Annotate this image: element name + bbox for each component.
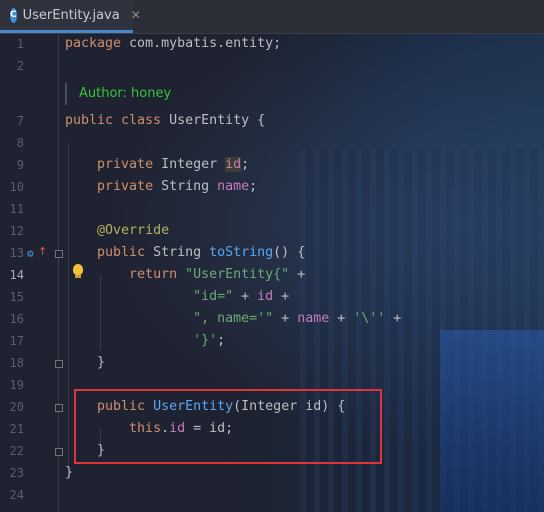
fold-toggle-tostring[interactable] bbox=[55, 250, 63, 258]
line-number: 10 bbox=[9, 180, 24, 194]
code-line[interactable]: 17 '}'; bbox=[0, 330, 544, 352]
code-line[interactable]: 18 } bbox=[0, 352, 544, 374]
line-number: 17 bbox=[9, 334, 24, 348]
code-line[interactable]: 2 bbox=[0, 55, 544, 77]
lightbulb-icon[interactable] bbox=[73, 264, 83, 275]
code-line[interactable]: 7 public class UserEntity { bbox=[0, 110, 544, 132]
code-text[interactable]: private String name; bbox=[65, 176, 257, 198]
doc-comment-bar bbox=[65, 83, 67, 105]
code-text[interactable]: public String toString() { bbox=[65, 242, 305, 264]
line-number: 24 bbox=[9, 488, 24, 502]
line-number: 19 bbox=[9, 378, 24, 392]
code-line[interactable]: 12 @Override bbox=[0, 220, 544, 242]
code-line[interactable]: 13 public String toString() { bbox=[0, 242, 544, 264]
java-class-icon: C bbox=[10, 7, 17, 23]
line-number: 22 bbox=[9, 444, 24, 458]
code-text[interactable]: '}'; bbox=[65, 330, 225, 352]
code-line[interactable]: 1 package com.mybatis.entity; bbox=[0, 33, 544, 55]
code-text[interactable]: package com.mybatis.entity; bbox=[65, 33, 281, 55]
line-number: 9 bbox=[16, 158, 24, 172]
line-number: 2 bbox=[16, 59, 24, 73]
code-text[interactable]: } bbox=[65, 462, 73, 484]
line-number: 20 bbox=[9, 400, 24, 414]
code-text[interactable]: @Override bbox=[65, 220, 169, 242]
constructor-highlight-box bbox=[74, 389, 382, 464]
code-line[interactable]: 15 "id=" + id + bbox=[0, 286, 544, 308]
line-number: 21 bbox=[9, 422, 24, 436]
code-text[interactable]: ", name='" + name + '\'' + bbox=[65, 308, 401, 330]
tab-userentity-java[interactable]: C UserEntity.java ✕ bbox=[0, 0, 141, 33]
code-line[interactable]: 16 ", name='" + name + '\'' + bbox=[0, 308, 544, 330]
close-icon[interactable]: ✕ bbox=[131, 8, 141, 22]
code-line[interactable]: 24 bbox=[0, 484, 544, 506]
tab-title: UserEntity.java bbox=[22, 7, 120, 23]
code-text[interactable]: public class UserEntity { bbox=[65, 110, 265, 132]
code-text[interactable]: private Integer id; bbox=[65, 154, 249, 176]
line-number: 13 bbox=[9, 246, 24, 260]
line-number: 16 bbox=[9, 312, 24, 326]
doc-comment-author: Author: honey bbox=[79, 86, 172, 101]
line-number: 1 bbox=[16, 37, 24, 51]
line-number: 18 bbox=[9, 356, 24, 370]
code-line[interactable]: 23} bbox=[0, 462, 544, 484]
code-line[interactable]: 8 bbox=[0, 132, 544, 154]
code-line[interactable]: 11 bbox=[0, 198, 544, 220]
line-number: 12 bbox=[9, 224, 24, 238]
code-text[interactable]: "id=" + id + bbox=[65, 286, 289, 308]
line-number: 11 bbox=[9, 202, 24, 216]
fold-toggle-constructor-end[interactable] bbox=[55, 448, 63, 456]
override-method-icon[interactable]: ⚙ bbox=[27, 247, 34, 260]
editor-tab-bar: C UserEntity.java ✕ bbox=[0, 0, 544, 34]
line-number: 8 bbox=[16, 136, 24, 150]
line-number: 15 bbox=[9, 290, 24, 304]
line-number: 23 bbox=[9, 466, 24, 480]
fold-toggle-tostring-end[interactable] bbox=[55, 360, 63, 368]
code-text[interactable]: } bbox=[65, 352, 105, 374]
line-number: 14 bbox=[9, 268, 24, 282]
line-number: 7 bbox=[16, 114, 24, 128]
lightbulb-base bbox=[75, 275, 81, 278]
override-up-arrow-icon[interactable]: ↑ bbox=[38, 245, 47, 258]
code-line[interactable]: 10 private String name; bbox=[0, 176, 544, 198]
code-text[interactable]: return "UserEntity{" + bbox=[65, 264, 305, 286]
fold-toggle-constructor[interactable] bbox=[55, 404, 63, 412]
code-line[interactable]: 9 private Integer id; bbox=[0, 154, 544, 176]
